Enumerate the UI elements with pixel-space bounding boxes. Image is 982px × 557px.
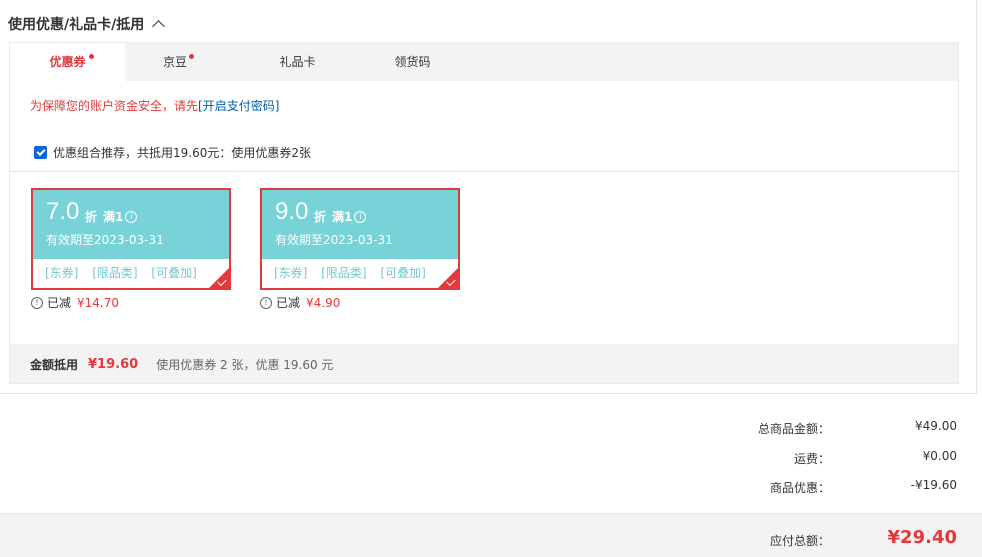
coupon-saved: ! 已减 ¥14.70 bbox=[31, 294, 119, 311]
info-icon[interactable]: i bbox=[125, 210, 138, 223]
coupon-validity: 有效期至2023-03-31 bbox=[46, 233, 164, 247]
discount-label: 商品优惠： bbox=[769, 481, 830, 495]
summary-note: 使用优惠券 2 张，优惠 19.60 元 bbox=[156, 358, 334, 372]
coupon-tag: [东券] bbox=[274, 266, 308, 280]
coupon-condition-text: 满1 bbox=[332, 210, 353, 224]
tab-label: 优惠券 bbox=[49, 55, 86, 69]
discount-value: -¥19.60 bbox=[910, 478, 957, 492]
summary-amount: ¥19.60 bbox=[88, 357, 139, 372]
coupon-saved: ! 已减 ¥4.90 bbox=[260, 294, 340, 311]
shipping-label: 运费： bbox=[793, 452, 830, 466]
section-title: 使用优惠/礼品卡/抵用 bbox=[8, 17, 145, 33]
payable-label: 应付总额： bbox=[769, 534, 830, 548]
saved-amount: ¥4.90 bbox=[306, 295, 341, 310]
saved-amount: ¥14.70 bbox=[77, 295, 120, 310]
chevron-up-icon[interactable] bbox=[152, 20, 166, 33]
security-notice: 为保障您的账户资金安全，请先[开启支付密码] bbox=[30, 97, 279, 114]
coupon-tag: [可叠加] bbox=[151, 266, 197, 280]
total-goods-label: 总商品金额： bbox=[757, 422, 830, 436]
coupon-discount-value: 9.0 bbox=[275, 198, 309, 225]
info-icon[interactable]: i bbox=[354, 210, 367, 223]
coupon-condition-text: 满1 bbox=[103, 210, 124, 224]
coupon-face: 7.0 折 满1 i 有效期至2023-03-31 bbox=[33, 190, 229, 259]
coupon-card[interactable]: 7.0 折 满1 i 有效期至2023-03-31 [东券] [限品类] [可叠… bbox=[31, 188, 231, 290]
divider bbox=[10, 171, 958, 172]
section-header[interactable]: 使用优惠/礼品卡/抵用 bbox=[8, 14, 166, 34]
payable-value: ¥29.40 bbox=[887, 527, 957, 548]
summary-label: 金额抵用 bbox=[30, 358, 79, 372]
info-icon[interactable]: ! bbox=[260, 296, 272, 309]
summary-row: 金额抵用 ¥19.60 使用优惠券 2 张，优惠 19.60 元 bbox=[30, 356, 333, 373]
coupon-tag: [可叠加] bbox=[380, 266, 426, 280]
coupon-discount-unit: 折 bbox=[314, 210, 327, 224]
coupon-validity: 有效期至2023-03-31 bbox=[275, 233, 393, 247]
coupon-card[interactable]: 9.0 折 满1 i 有效期至2023-03-31 [东券] [限品类] [可叠… bbox=[260, 188, 460, 290]
coupon-condition: 满1 i bbox=[103, 208, 138, 225]
recommend-combo-row[interactable]: 优惠组合推荐，共抵用19.60元：使用优惠券2张 bbox=[34, 144, 311, 161]
tab-redeem-code[interactable]: 领货码 bbox=[355, 43, 470, 81]
total-goods-value: ¥49.00 bbox=[915, 419, 957, 433]
tab-label: 礼品卡 bbox=[279, 55, 316, 69]
coupon-face: 9.0 折 满1 i 有效期至2023-03-31 bbox=[262, 190, 458, 259]
coupon-tags: [东券] [限品类] [可叠加] bbox=[33, 259, 229, 288]
tab-label: 京豆 bbox=[162, 55, 187, 69]
tab-label: 领货码 bbox=[394, 55, 431, 69]
coupon-discount-value: 7.0 bbox=[46, 198, 80, 225]
coupon-tag: [限品类] bbox=[92, 266, 138, 280]
coupon-discount-unit: 折 bbox=[85, 210, 98, 224]
enable-payment-password-link[interactable]: [开启支付密码] bbox=[198, 99, 279, 113]
saved-label: 已减 bbox=[276, 296, 301, 310]
coupon-tag: [东券] bbox=[45, 266, 79, 280]
coupon-tag: [限品类] bbox=[321, 266, 367, 280]
recommend-checkbox[interactable] bbox=[34, 146, 47, 159]
info-icon[interactable]: ! bbox=[31, 296, 43, 309]
notification-dot-icon bbox=[89, 54, 94, 59]
tab-jingdou[interactable]: 京豆 bbox=[125, 43, 225, 81]
shipping-value: ¥0.00 bbox=[922, 449, 957, 463]
payable-bar bbox=[0, 513, 982, 557]
coupon-tags: [东券] [限品类] [可叠加] bbox=[262, 259, 458, 288]
tab-coupons[interactable]: 优惠券 bbox=[10, 43, 125, 81]
saved-label: 已减 bbox=[47, 296, 72, 310]
recommend-label: 优惠组合推荐，共抵用19.60元：使用优惠券2张 bbox=[53, 146, 311, 160]
security-text: 为保障您的账户资金安全，请先 bbox=[30, 99, 199, 113]
coupon-condition: 满1 i bbox=[332, 208, 367, 225]
notification-dot-icon bbox=[189, 54, 194, 59]
tab-gift-card[interactable]: 礼品卡 bbox=[240, 43, 355, 81]
